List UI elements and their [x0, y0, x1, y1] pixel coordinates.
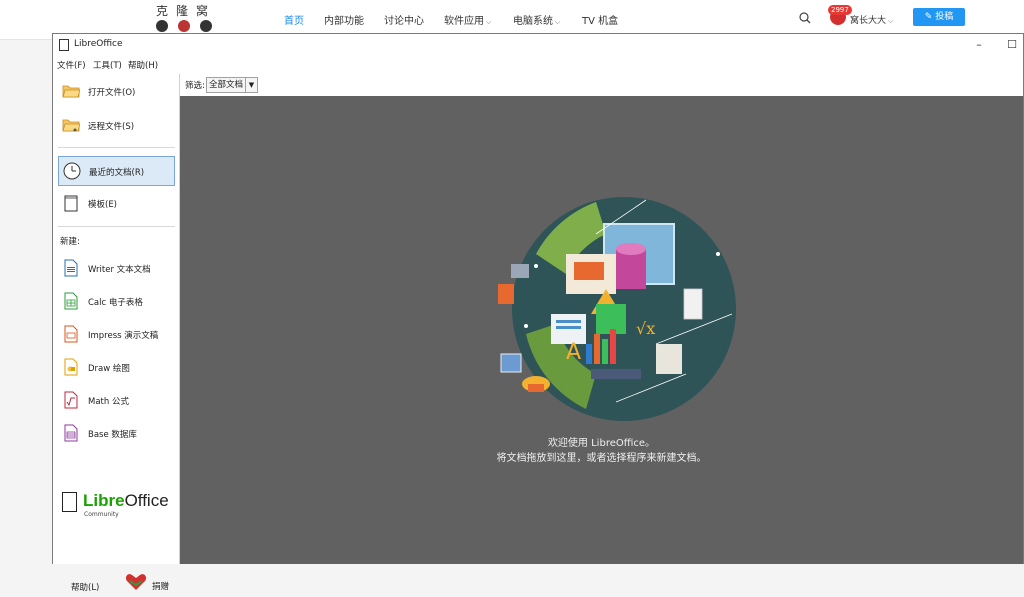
- recent-documents-area[interactable]: A √x 欢迎使用 LibreOffice。 将文档拖放到这里，或者选择程序来新…: [180, 96, 1023, 564]
- site-logo[interactable]: 克隆窝: [150, 2, 220, 36]
- nav-tvbox[interactable]: TV 机盒: [582, 12, 618, 27]
- username-label: 窝长大大: [850, 16, 887, 26]
- libreoffice-window: LibreOffice – ☐ 文件(F) 工具(T) 帮助(H) 打开文件(O…: [52, 33, 1024, 593]
- nav-internal[interactable]: 内部功能: [324, 12, 364, 27]
- libreoffice-logo: LibreOffice Community: [60, 491, 176, 519]
- filter-dropdown[interactable]: 全部文档 ▼: [206, 77, 258, 93]
- new-impress-button[interactable]: Impress 演示文稿: [58, 320, 175, 350]
- math-icon: [64, 391, 78, 409]
- help-button[interactable]: 帮助(L): [71, 581, 99, 593]
- templates-button[interactable]: 模板(E): [58, 189, 175, 219]
- filter-bar: 筛选: 全部文档 ▼: [180, 74, 1023, 96]
- user-menu[interactable]: 2997 窝长大大 ⌵: [828, 5, 908, 31]
- remote-files-label: 远程文件(S): [88, 122, 135, 132]
- new-math-label: Math 公式: [88, 397, 129, 407]
- svg-text:A: A: [566, 340, 581, 365]
- post-button[interactable]: ✎ 投稿: [913, 8, 965, 26]
- chevron-down-icon: ▼: [245, 78, 257, 92]
- welcome-message: 欢迎使用 LibreOffice。: [547, 438, 656, 449]
- brand-community: Community: [84, 511, 119, 518]
- open-file-button[interactable]: 打开文件(O): [58, 77, 175, 107]
- new-writer-label: Writer 文本文档: [88, 265, 151, 275]
- start-center-sidebar: 打开文件(O) 远程文件(S) 最近的文档(R) 模板(E) 新建: Write…: [53, 74, 180, 593]
- sidebar-divider: [58, 226, 175, 227]
- chevron-down-icon: ⌵: [888, 17, 894, 25]
- filter-label: 筛选:: [185, 81, 205, 91]
- template-icon: [64, 195, 78, 212]
- templates-label: 模板(E): [88, 200, 118, 210]
- welcome-hint: 将文档拖放到这里，或者选择程序来新建文档。: [496, 453, 707, 464]
- draw-icon: [64, 358, 78, 376]
- mascot-icon: [156, 20, 168, 32]
- window-title: LibreOffice: [74, 39, 123, 49]
- new-impress-label: Impress 演示文稿: [88, 331, 159, 341]
- menu-file[interactable]: 文件(F): [57, 59, 86, 71]
- impress-icon: [64, 325, 78, 343]
- new-calc-button[interactable]: Calc 电子表格: [58, 287, 175, 317]
- notification-badge: 2997: [828, 5, 852, 15]
- calc-icon: [64, 292, 78, 310]
- username: 窝长大大 ⌵: [850, 13, 893, 26]
- clock-icon: [63, 162, 81, 180]
- remote-files-button[interactable]: 远程文件(S): [58, 111, 175, 141]
- welcome-illustration: A √x: [498, 197, 736, 421]
- menu-bar: 文件(F) 工具(T) 帮助(H): [53, 56, 1023, 74]
- minimize-button[interactable]: –: [964, 36, 994, 54]
- recent-documents-label: 最近的文档(R): [89, 168, 145, 178]
- donate-label: 捐赠: [152, 582, 170, 592]
- remote-folder-icon: [62, 119, 80, 132]
- nav-computer-label: 电脑系统: [513, 16, 553, 27]
- new-draw-label: Draw 绘图: [88, 364, 130, 374]
- donate-heart-icon: [125, 574, 147, 590]
- new-section-label: 新建:: [60, 237, 80, 247]
- chevron-down-icon: ⌵: [555, 18, 561, 26]
- writer-icon: [64, 259, 78, 277]
- base-icon: [64, 424, 78, 442]
- donate-button[interactable]: 捐赠: [125, 571, 175, 597]
- filter-value: 全部文档: [209, 80, 244, 90]
- folder-open-icon: [62, 85, 80, 98]
- nav-home[interactable]: 首页: [284, 12, 304, 27]
- nav-discussion[interactable]: 讨论中心: [384, 12, 424, 27]
- search-icon[interactable]: [799, 12, 811, 24]
- new-writer-button[interactable]: Writer 文本文档: [58, 254, 175, 284]
- recent-documents-button[interactable]: 最近的文档(R): [58, 156, 175, 186]
- mascot-icon: [178, 20, 190, 32]
- libreoffice-app-icon: [59, 39, 69, 51]
- menu-tools[interactable]: 工具(T): [93, 59, 122, 71]
- new-math-button[interactable]: Math 公式: [58, 386, 175, 416]
- svg-text:√x: √x: [636, 319, 655, 338]
- title-bar: LibreOffice – ☐: [53, 34, 1023, 56]
- post-button-label: 投稿: [935, 12, 954, 22]
- open-file-label: 打开文件(O): [88, 88, 136, 98]
- new-draw-button[interactable]: Draw 绘图: [58, 353, 175, 383]
- mascot-icon: [200, 20, 212, 32]
- new-calc-label: Calc 电子表格: [88, 298, 143, 308]
- new-base-button[interactable]: Base 数据库: [58, 419, 175, 449]
- libreoffice-brand: LibreOffice: [83, 491, 169, 511]
- brand-office: Office: [124, 491, 169, 510]
- maximize-button[interactable]: ☐: [997, 36, 1024, 54]
- edit-icon: ✎: [924, 12, 936, 22]
- chevron-down-icon: ⌵: [486, 18, 492, 26]
- nav-software[interactable]: 软件应用 ⌵: [444, 12, 491, 27]
- sidebar-divider: [58, 147, 175, 148]
- new-base-label: Base 数据库: [88, 430, 137, 440]
- site-logo-text: 克隆窝: [156, 4, 217, 18]
- menu-help[interactable]: 帮助(H): [128, 59, 158, 71]
- nav-computer[interactable]: 电脑系统 ⌵: [513, 12, 560, 27]
- logo-mascots: [156, 20, 216, 34]
- nav-software-label: 软件应用: [444, 16, 484, 27]
- libreoffice-doc-icon: [62, 492, 77, 512]
- brand-libre: Libre: [83, 491, 125, 510]
